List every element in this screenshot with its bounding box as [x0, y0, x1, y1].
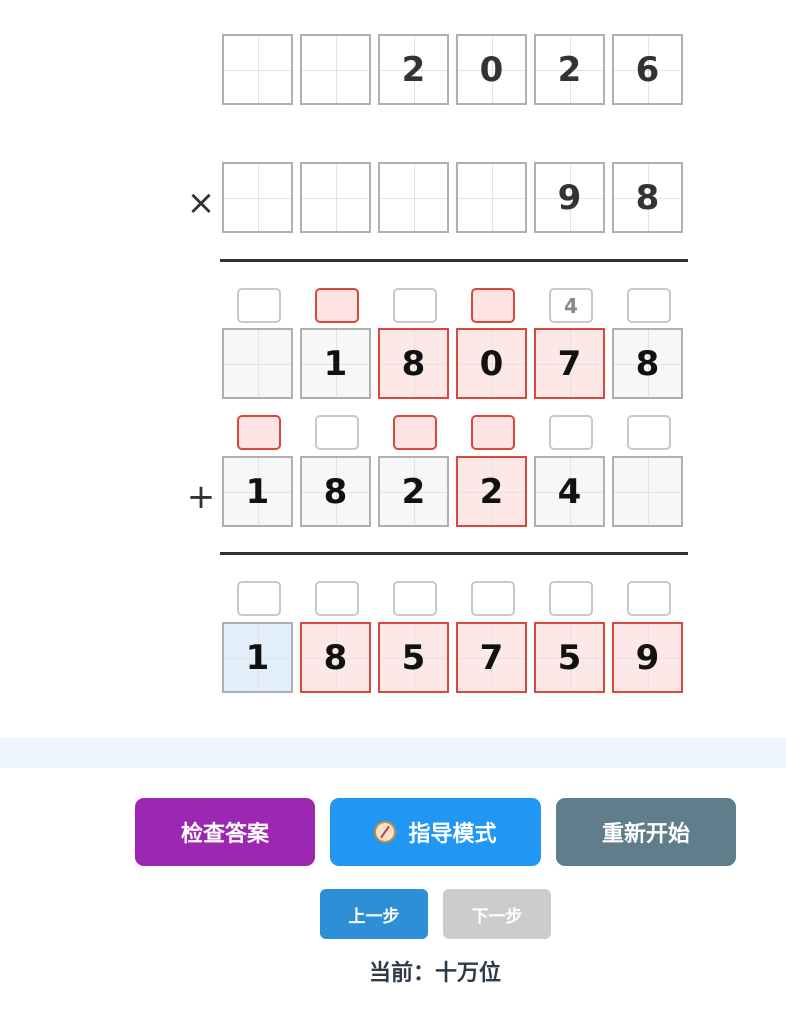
multiplier-digit-1[interactable]	[222, 162, 293, 233]
result-digit-4[interactable]: 7	[456, 622, 527, 693]
result-carry-4[interactable]	[471, 581, 515, 616]
section-divider-band	[0, 738, 786, 768]
partial1-digit-5[interactable]: 7	[534, 328, 605, 399]
partial2-digit-5[interactable]: 4	[534, 456, 605, 527]
divider-line-top	[220, 259, 688, 262]
status-value: 十万位	[435, 961, 502, 986]
check-answer-label: 检查答案	[180, 822, 269, 847]
partial2-carry-3[interactable]	[393, 415, 437, 450]
restart-label: 重新开始	[601, 822, 690, 847]
partial1-carry-4[interactable]	[471, 288, 515, 323]
next-step-label: 下一步	[471, 906, 523, 927]
result-digit-5[interactable]: 5	[534, 622, 605, 693]
result-carry-5[interactable]	[549, 581, 593, 616]
multiplier-digit-2[interactable]	[300, 162, 371, 233]
multiplier-digit-4[interactable]	[456, 162, 527, 233]
multiplicand-digit-2[interactable]	[300, 34, 371, 105]
partial1-carry-2[interactable]	[315, 288, 359, 323]
multiplier-digit-6: 8	[612, 162, 683, 233]
partial1-digit-6[interactable]: 8	[612, 328, 683, 399]
multiplicand-digit-1[interactable]	[222, 34, 293, 105]
partial2-carry-5[interactable]	[549, 415, 593, 450]
guide-mode-label: 指导模式	[408, 822, 497, 847]
prev-step-button[interactable]: 上一步	[320, 889, 428, 939]
result-digit-2[interactable]: 8	[300, 622, 371, 693]
partial2-carry-6[interactable]	[627, 415, 671, 450]
result-carry-3[interactable]	[393, 581, 437, 616]
compass-icon	[374, 821, 397, 843]
partial1-digit-3[interactable]: 8	[378, 328, 449, 399]
result-carry-2[interactable]	[315, 581, 359, 616]
multiplicand-digit-6: 6	[612, 34, 683, 105]
multiplicand-digit-3: 2	[378, 34, 449, 105]
partial2-digit-2[interactable]: 8	[300, 456, 371, 527]
partial1-carry-6[interactable]	[627, 288, 671, 323]
divider-line-bottom	[220, 552, 688, 555]
status-label: 当前：	[368, 961, 435, 986]
partial1-digit-1[interactable]	[222, 328, 293, 399]
next-step-button[interactable]: 下一步	[443, 889, 551, 939]
partial1-carry-3[interactable]	[393, 288, 437, 323]
partial1-digit-2[interactable]: 1	[300, 328, 371, 399]
result-digit-3[interactable]: 5	[378, 622, 449, 693]
partial2-carry-4[interactable]	[471, 415, 515, 450]
multiplier-digit-5: 9	[534, 162, 605, 233]
puzzle-page: 2 0 2 6 × 9 8 4 1 8 0 7 8 + 1 8 2 2 4 1 …	[0, 0, 786, 1014]
result-carry-1[interactable]	[237, 581, 281, 616]
partial1-carry-5[interactable]: 4	[549, 288, 593, 323]
multiply-sign: ×	[186, 183, 216, 223]
partial2-carry-1[interactable]	[237, 415, 281, 450]
prev-step-label: 上一步	[348, 906, 400, 927]
partial2-digit-1[interactable]: 1	[222, 456, 293, 527]
result-carry-6[interactable]	[627, 581, 671, 616]
check-answer-button[interactable]: 检查答案	[135, 798, 315, 866]
guide-mode-button[interactable]: 指导模式	[330, 798, 541, 866]
result-digit-1[interactable]: 1	[222, 622, 293, 693]
result-digit-6[interactable]: 9	[612, 622, 683, 693]
partial2-carry-2[interactable]	[315, 415, 359, 450]
restart-button[interactable]: 重新开始	[556, 798, 736, 866]
partial1-digit-4[interactable]: 0	[456, 328, 527, 399]
partial1-carry-1[interactable]	[237, 288, 281, 323]
multiplicand-digit-5: 2	[534, 34, 605, 105]
plus-sign: +	[186, 477, 216, 517]
multiplicand-digit-4: 0	[456, 34, 527, 105]
partial2-digit-3[interactable]: 2	[378, 456, 449, 527]
partial2-digit-6[interactable]	[612, 456, 683, 527]
multiplier-digit-3[interactable]	[378, 162, 449, 233]
current-position-status: 当前：十万位	[0, 955, 786, 987]
partial2-digit-4[interactable]: 2	[456, 456, 527, 527]
